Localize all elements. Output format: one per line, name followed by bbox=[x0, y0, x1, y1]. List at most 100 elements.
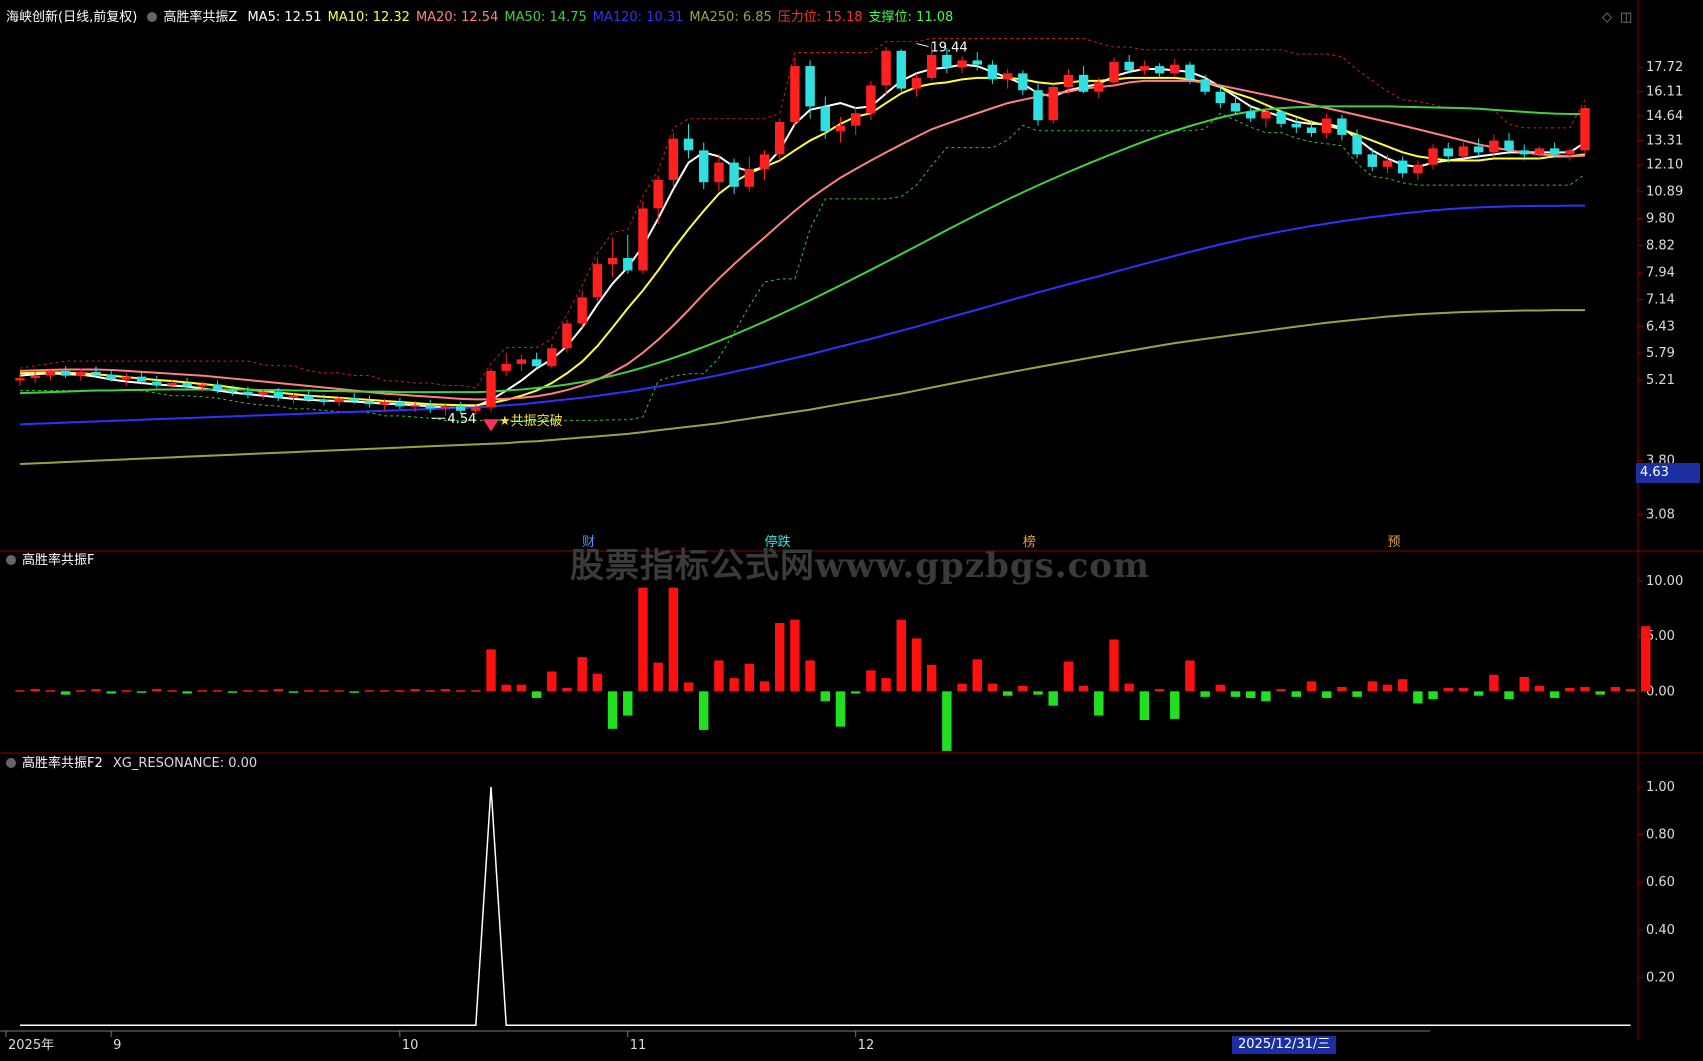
candle-body bbox=[60, 370, 71, 376]
indicator-bar bbox=[395, 690, 405, 692]
indicator-bar bbox=[1078, 685, 1089, 692]
candle-body bbox=[1230, 103, 1241, 112]
candle-body bbox=[1428, 148, 1438, 165]
indicator-bar bbox=[76, 690, 86, 692]
candle-body bbox=[440, 406, 451, 409]
candle-body bbox=[303, 395, 314, 400]
candle-body bbox=[957, 60, 967, 68]
indicator-bar bbox=[501, 684, 511, 692]
watermark: 股票指标公式网www.gpzbgs.com bbox=[570, 546, 1150, 586]
y-tick-label: 7.94 bbox=[1646, 265, 1675, 280]
y-tick-label: 5.21 bbox=[1646, 373, 1675, 388]
collapse-icon[interactable] bbox=[6, 555, 16, 565]
candle-body bbox=[1337, 118, 1347, 135]
indicator-bar bbox=[1033, 691, 1043, 695]
indicator-bar bbox=[182, 691, 192, 694]
indicator-bar bbox=[972, 659, 982, 692]
ma-legend-item: MA120: 10.31 bbox=[592, 10, 684, 25]
indicator-bar bbox=[1489, 674, 1499, 692]
indicator-bar bbox=[15, 690, 25, 692]
indicator-bar bbox=[1519, 676, 1529, 692]
window-icon[interactable]: ◫ bbox=[1620, 10, 1632, 25]
panel2-header: 高胜率共振F bbox=[6, 553, 100, 569]
indicator-bar bbox=[1124, 683, 1134, 692]
y-tick-label: 0.80 bbox=[1646, 828, 1675, 843]
indicator-name: 高胜率共振Z bbox=[163, 10, 238, 25]
indicator-bar bbox=[303, 690, 314, 692]
indicator-bar bbox=[942, 691, 952, 751]
indicator-bar bbox=[45, 690, 56, 692]
indicator-bar bbox=[623, 691, 633, 716]
ma-line-ma20 bbox=[19, 79, 1586, 401]
indicator-bar bbox=[273, 689, 284, 692]
y-tick-label: 1.00 bbox=[1646, 780, 1675, 795]
candle-body bbox=[1276, 111, 1286, 124]
panel3-title: 高胜率共振F2 bbox=[22, 756, 103, 771]
candle-body bbox=[471, 407, 481, 411]
x-tick-label: 10 bbox=[402, 1038, 419, 1053]
candle-body bbox=[790, 66, 800, 123]
candle-body bbox=[896, 50, 906, 89]
indicator-bar bbox=[228, 691, 238, 693]
candle-body bbox=[638, 208, 648, 271]
candle-body bbox=[1078, 74, 1089, 92]
collapse-icon[interactable] bbox=[147, 12, 158, 22]
candle-body bbox=[167, 382, 177, 386]
indicator-bar bbox=[486, 649, 496, 692]
indicator-bar bbox=[774, 622, 785, 692]
indicator-bar bbox=[1246, 691, 1256, 698]
candle-body bbox=[835, 125, 846, 132]
candle-body bbox=[820, 106, 831, 132]
candle-body bbox=[1170, 64, 1180, 74]
event-marker: 预 bbox=[1387, 535, 1400, 550]
date-cursor-tag: 2025/12/31/三 bbox=[1232, 1036, 1337, 1054]
indicator-bar bbox=[136, 691, 147, 693]
indicator-bar bbox=[850, 691, 861, 694]
panel2-title: 高胜率共振F bbox=[22, 553, 95, 568]
candle-body bbox=[152, 381, 162, 386]
candle-body bbox=[1185, 64, 1195, 80]
candle-body bbox=[1321, 118, 1332, 133]
candle-body bbox=[136, 376, 147, 382]
y-tick-label: 14.64 bbox=[1646, 109, 1683, 124]
ma-legend-item: MA50: 14.75 bbox=[504, 10, 587, 25]
signal-arrow-icon bbox=[483, 419, 500, 432]
indicator-bar bbox=[1595, 691, 1605, 695]
candle-body bbox=[1002, 73, 1013, 80]
indicator-bar bbox=[1641, 626, 1651, 692]
candle-body bbox=[850, 113, 861, 126]
candle-body bbox=[1504, 140, 1514, 151]
indicator-bar bbox=[820, 691, 831, 702]
diamond-icon[interactable]: ◇ bbox=[1602, 10, 1612, 25]
indicator-bar bbox=[121, 690, 132, 692]
candle-body bbox=[1534, 148, 1545, 155]
candle-body bbox=[547, 348, 557, 367]
y-tick-label: 5.79 bbox=[1646, 346, 1675, 361]
candle-body bbox=[121, 376, 132, 380]
candle-body bbox=[364, 400, 375, 405]
indicator-bar bbox=[1139, 691, 1150, 721]
ma-legend-item: 压力位: 15.18 bbox=[777, 10, 863, 25]
indicator-bar bbox=[1063, 661, 1074, 692]
indicator-bar bbox=[379, 690, 390, 692]
indicator-bar bbox=[1473, 691, 1484, 696]
x-tick-label: 9 bbox=[113, 1038, 121, 1053]
indicator-bar bbox=[911, 638, 922, 692]
indicator-bar bbox=[1048, 691, 1058, 706]
indicator-bar bbox=[1291, 691, 1302, 697]
panel3-header: 高胜率共振F2 XG_RESONANCE: 0.00 bbox=[6, 756, 263, 772]
chart-canvas[interactable]: 17.72 16.11 14.64 13.31 12.10 10.89 9.80 8.82 7.… bbox=[0, 0, 1703, 1061]
collapse-icon[interactable] bbox=[6, 758, 16, 768]
candle-body bbox=[273, 391, 284, 398]
indicator-bar bbox=[1200, 691, 1210, 697]
indicator-bar bbox=[1094, 691, 1104, 716]
candle-body bbox=[1109, 61, 1119, 83]
indicator-bar bbox=[167, 690, 177, 692]
x-tick-label: 11 bbox=[630, 1038, 647, 1053]
indicator-bar bbox=[1306, 681, 1317, 692]
candle-body bbox=[623, 257, 633, 271]
indicator-bar bbox=[638, 587, 648, 692]
candle-body bbox=[410, 405, 420, 407]
indicator-bar bbox=[364, 690, 375, 692]
candle-body bbox=[425, 405, 435, 409]
